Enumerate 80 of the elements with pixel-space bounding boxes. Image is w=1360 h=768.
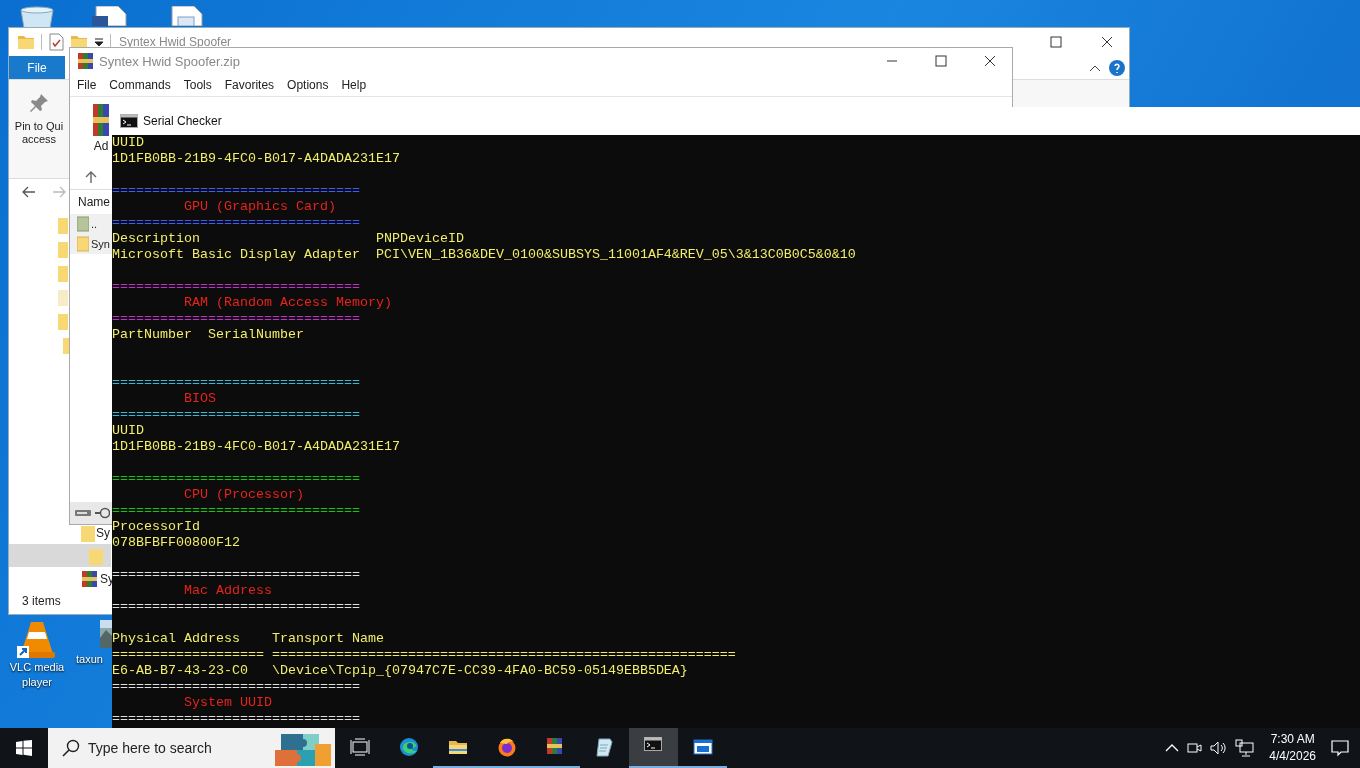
pin-to-quick-access-button[interactable]: Pin to Qui access xyxy=(14,120,64,146)
separator-line: =============================== xyxy=(112,183,361,199)
console-line: Description PNPDeviceID xyxy=(112,231,465,247)
camera-icon[interactable] xyxy=(1185,740,1204,756)
section-heading: System UUID xyxy=(182,695,273,711)
menu-item[interactable]: File xyxy=(77,78,97,92)
books-icon[interactable] xyxy=(77,52,95,70)
window-title: Syntex Hwid Spoofer xyxy=(119,35,232,49)
network-icon[interactable] xyxy=(1235,739,1256,757)
menu-item[interactable]: Commands xyxy=(109,78,171,92)
console-line: UUID xyxy=(112,135,145,151)
console-line: 1D1FB0BB-21B9-4FC0-B017-A4DADA231E17 xyxy=(112,151,401,167)
column-header[interactable]: Name xyxy=(78,195,110,209)
notification-icon[interactable] xyxy=(1330,738,1350,758)
console-line: 1D1FB0BB-21B9-4FC0-B017-A4DADA231E17 xyxy=(112,439,401,455)
file-name[interactable]: Syn xyxy=(91,238,110,250)
up-arrow-icon[interactable] xyxy=(85,170,97,184)
folder-icon xyxy=(77,216,89,232)
console-line: UUID xyxy=(112,423,145,439)
separator-line: =============================== xyxy=(112,215,361,231)
browser-icon xyxy=(398,737,419,757)
help-icon[interactable] xyxy=(1109,59,1125,76)
separator-line: =============================== xyxy=(112,711,361,727)
desktop-icon-label[interactable]: VLC media player xyxy=(4,660,70,690)
drive-icon[interactable] xyxy=(74,508,92,518)
separator-line: =============================== xyxy=(112,311,361,327)
separator-line: =============================== xyxy=(112,407,361,423)
terminal-icon[interactable] xyxy=(120,114,138,128)
window-icon xyxy=(692,737,713,757)
checklist-icon[interactable] xyxy=(48,33,64,51)
separator-line: =============================== xyxy=(112,375,361,391)
section-heading: Mac Address xyxy=(182,583,273,599)
console-line: =================== ========================================================== xyxy=(112,647,737,663)
file-name[interactable]: .. xyxy=(91,218,98,230)
section-heading: RAM (Random Access Memory) xyxy=(182,295,393,311)
books-icon xyxy=(92,103,110,137)
dropdown-icon[interactable] xyxy=(94,37,104,47)
console-line: PartNumber SerialNumber xyxy=(112,327,305,343)
console-line: ProcessorId xyxy=(112,519,201,535)
chevron-up-icon[interactable] xyxy=(1089,63,1101,72)
status-text: 3 items xyxy=(21,593,61,610)
menu-item[interactable]: Options xyxy=(287,78,329,92)
desktop-icon-label[interactable]: taxun xyxy=(76,652,103,667)
notepad-icon xyxy=(594,737,615,757)
windows-logo-icon xyxy=(16,740,32,756)
separator-line: =============================== xyxy=(112,599,361,615)
search-icon xyxy=(62,739,80,757)
taskbar-button[interactable] xyxy=(629,728,678,768)
browser-icon xyxy=(496,737,517,757)
window-title: Serial Checker xyxy=(143,114,222,128)
folder-icon xyxy=(77,236,89,252)
console-line: Physical Address Transport Name xyxy=(112,631,385,647)
section-heading: CPU (Processor) xyxy=(182,487,305,503)
separator-line: =============================== xyxy=(112,279,361,295)
file-tab[interactable]: File xyxy=(9,56,65,79)
section-heading: BIOS xyxy=(182,391,217,407)
task-view-icon xyxy=(349,737,370,757)
menu-item[interactable]: Favorites xyxy=(224,78,275,92)
separator-line: =============================== xyxy=(112,471,361,487)
separator-line: =============================== xyxy=(112,503,361,519)
books-icon[interactable] xyxy=(81,569,99,588)
window-title: Syntex Hwid Spoofer.zip xyxy=(99,53,240,69)
separator-line: =============================== xyxy=(112,679,361,695)
add-button[interactable]: Ad xyxy=(92,103,110,165)
menu-item[interactable]: Help xyxy=(341,78,367,92)
menu-item[interactable]: Tools xyxy=(183,78,212,92)
console-line: E6-AB-B7-43-23-C0 \Device\Tcpip_{07947C7E-CC39-4FA0-BC59-05149EBB5DEA} xyxy=(112,663,689,679)
key-icon[interactable] xyxy=(94,506,110,520)
pin-icon[interactable] xyxy=(28,92,50,114)
document-icon[interactable] xyxy=(92,6,128,26)
back-arrow-icon[interactable] xyxy=(22,186,36,198)
nav-item[interactable]: Sy xyxy=(9,521,110,544)
section-heading: GPU (Graphics Card) xyxy=(182,199,337,215)
separator-line: =============================== xyxy=(112,567,361,583)
chevron-up-icon[interactable] xyxy=(1165,743,1180,753)
document-icon[interactable] xyxy=(170,6,206,26)
clock[interactable]: 7:30 AM 4/4/2026 xyxy=(1261,731,1324,765)
console-line: 078BFBFF00800F12 xyxy=(112,535,241,551)
recycle-bin-icon[interactable] xyxy=(18,6,56,28)
console-line: Microsoft Basic Display Adapter PCI\VEN_1B36&DEV_0100&SUBSYS_11001AF4&REV_05\3&13C0B0C5&0&10 xyxy=(112,247,857,263)
